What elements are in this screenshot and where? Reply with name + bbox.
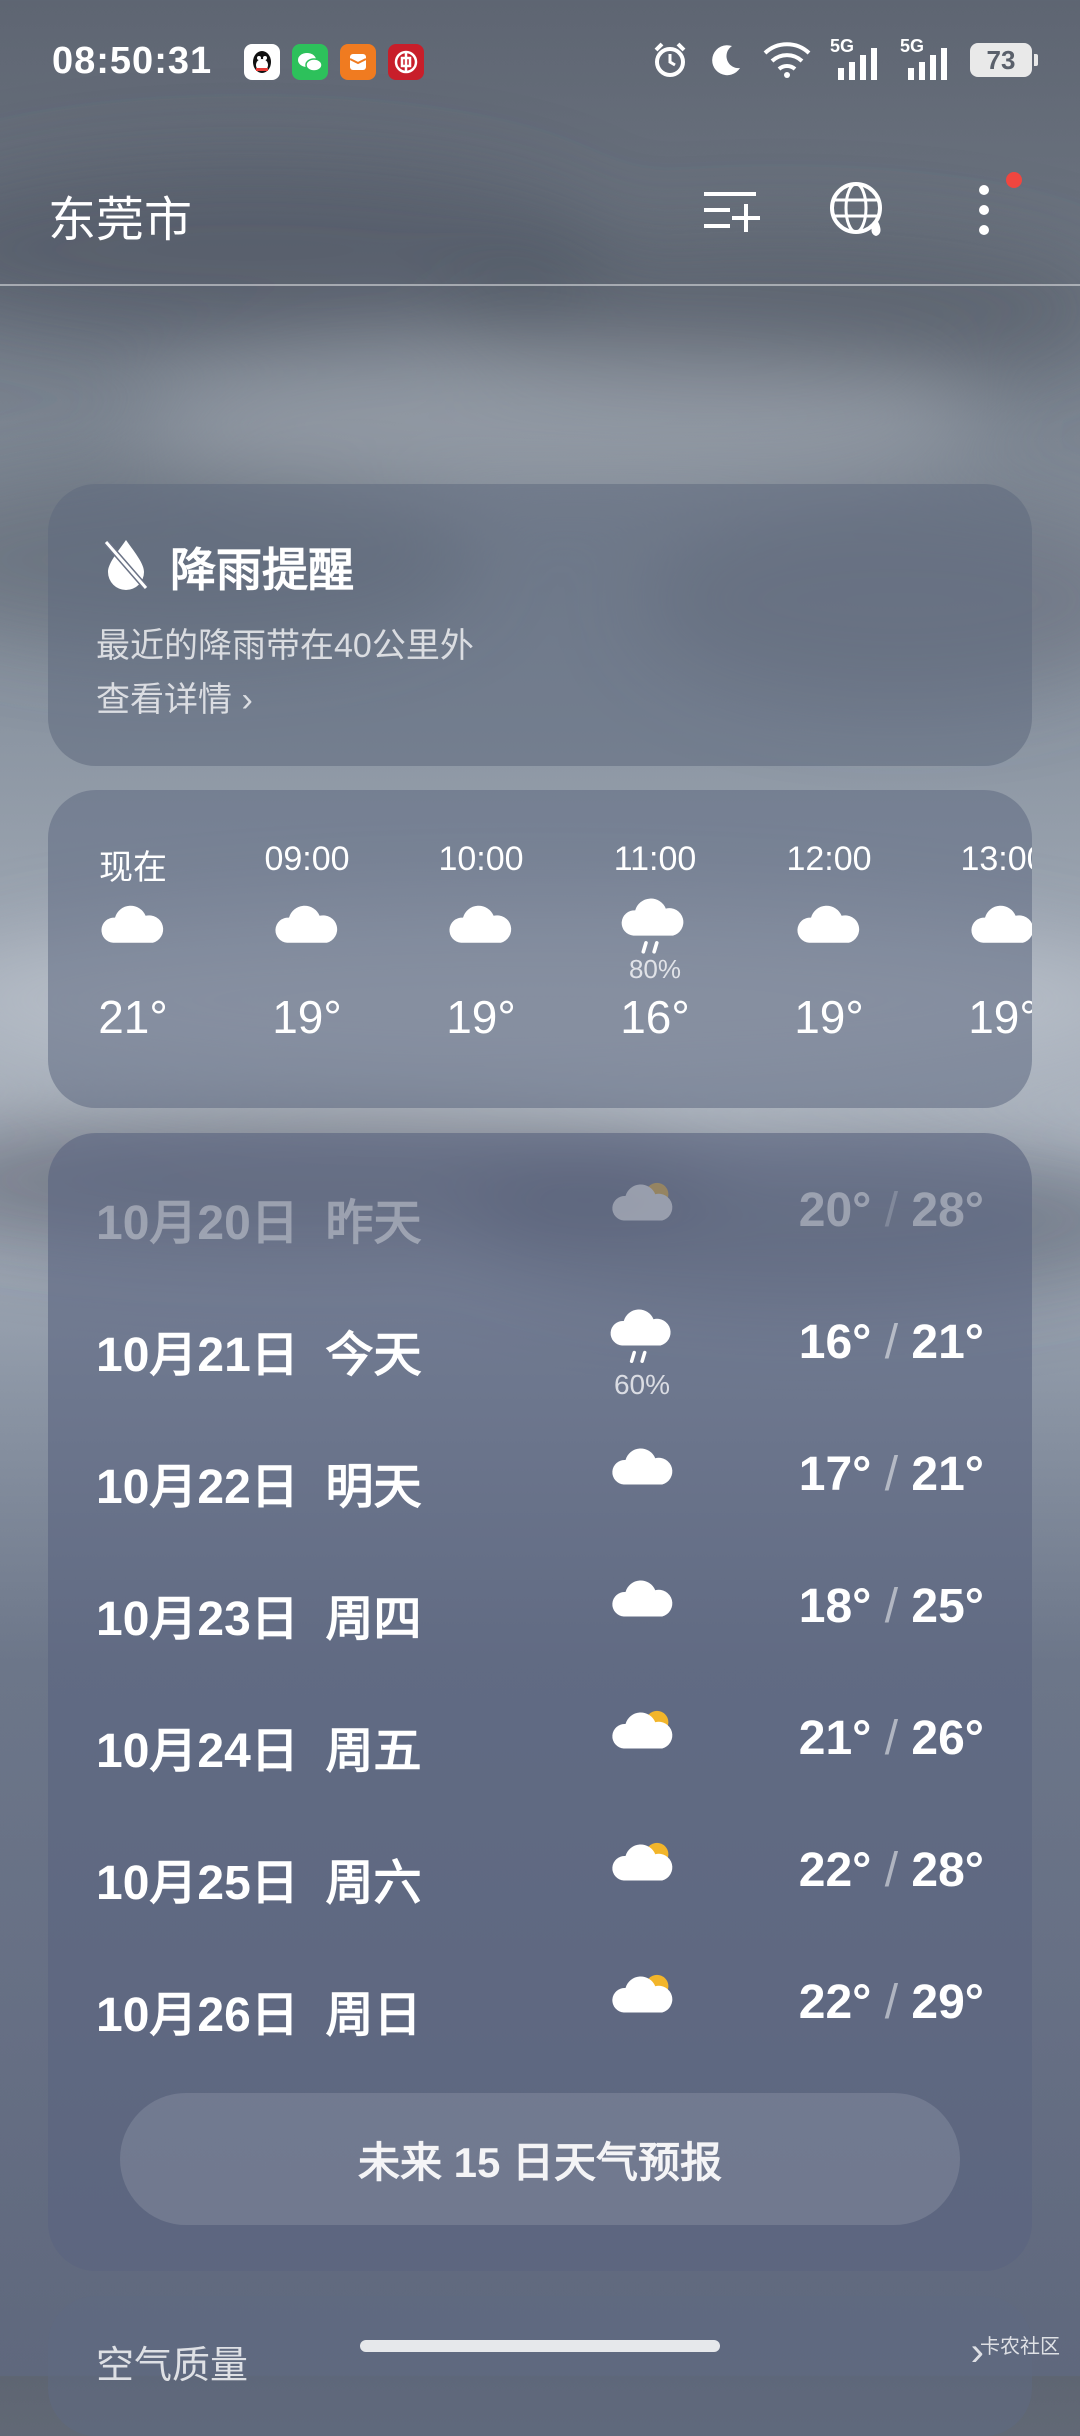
manage-cities-icon[interactable]: [700, 178, 764, 242]
day-label: 10月20日 昨天: [96, 1197, 422, 1250]
daily-forecast-row[interactable]: 10月23日 周四 18° / 25°: [96, 1561, 984, 1651]
hour-temp: 21°: [98, 991, 168, 1043]
daily-forecast-row[interactable]: 10月20日 昨天 20° / 28°: [96, 1165, 984, 1255]
signal-indicator-2: 5G: [900, 36, 952, 80]
rain-alert-title: 降雨提醒: [170, 544, 354, 596]
cloudy-icon: [271, 896, 343, 973]
no-rain-icon: [103, 540, 149, 590]
view-details-link[interactable]: 查看详情 ›: [96, 672, 253, 721]
watermark: 卡农社区: [980, 2336, 1060, 2358]
hour-label: 12:00: [786, 840, 872, 878]
air-quality-card[interactable]: 空气质量 ›: [48, 2296, 1032, 2436]
signal-bars-icon: [908, 48, 947, 80]
top-app-bar: 东莞市: [0, 150, 1080, 286]
global-weather-globe-icon[interactable]: [826, 178, 892, 244]
more-options-icon[interactable]: [964, 178, 1004, 242]
temp-range: 16° / 21°: [798, 1316, 984, 1369]
hourly-item: 10:00 19°: [401, 840, 561, 1044]
battery-indicator: 73: [970, 43, 1038, 77]
status-time: 08:50:31: [52, 40, 213, 82]
home-indicator-bar[interactable]: [360, 2340, 720, 2352]
temp-range: 20° / 28°: [798, 1184, 984, 1237]
partly-cloudy-icon: [608, 1835, 678, 1905]
hour-label: 现在: [99, 849, 167, 887]
signal-bars-icon: [838, 48, 877, 80]
do-not-disturb-moon-icon: [712, 45, 740, 76]
signal-indicator-1: 5G: [830, 36, 882, 80]
rain-icon: [608, 1307, 678, 1377]
hour-label: 09:00: [264, 840, 350, 878]
hour-temp: 19°: [272, 991, 342, 1043]
cloudy-icon: [793, 896, 865, 973]
day-label: 10月23日 周四: [96, 1593, 422, 1646]
cloudy-icon: [608, 1439, 678, 1509]
status-bar: 08:50:31 5G 5G 73: [0, 0, 1080, 130]
day-label: 10月24日 周五: [96, 1725, 422, 1778]
rain-alert-card[interactable]: 降雨提醒 最近的降雨带在40公里外 查看详情 ›: [48, 484, 1032, 766]
daily-forecast-row[interactable]: 10月22日 明天 17° / 21°: [96, 1429, 984, 1519]
temp-range: 18° / 25°: [798, 1580, 984, 1633]
wechat-icon: [292, 44, 328, 80]
hourly-item: 13:00 19°: [923, 840, 1032, 1044]
day-label: 10月22日 明天: [96, 1461, 422, 1514]
hour-temp: 16°: [620, 991, 690, 1043]
temp-range: 21° / 26°: [798, 1712, 984, 1765]
partly-cloudy-icon: [608, 1175, 678, 1245]
hour-label: 13:00: [960, 840, 1032, 878]
qq-icon: [244, 44, 280, 80]
notification-dot: [1006, 172, 1022, 188]
hour-label: 11:00: [613, 840, 697, 878]
hourly-forecast-card[interactable]: 现在 21° 09:00 19° 10:00 19° 11:00 80% 16° 12:00 19°…: [48, 790, 1032, 1108]
status-indicators: 5G 5G 73: [650, 36, 1038, 80]
temp-range: 17° / 21°: [798, 1448, 984, 1501]
air-quality-title: 空气质量: [96, 2345, 249, 2387]
day-label: 10月25日 周六: [96, 1857, 422, 1910]
daily-forecast-card: 10月20日 昨天 20° / 28° 10月21日 今天 60% 16° / 21° 1…: [48, 1133, 1032, 2271]
daily-forecast-row[interactable]: 10月21日 今天 60% 16° / 21°: [96, 1297, 984, 1400]
daily-forecast-row[interactable]: 10月26日 周日 22° / 29°: [96, 1957, 984, 2047]
cloudy-icon: [97, 896, 169, 973]
hourly-item: 11:00 80% 16°: [575, 840, 735, 1044]
day-label: 10月21日 今天: [96, 1329, 422, 1382]
wifi-icon: [763, 42, 811, 78]
notification-app-icons: [244, 44, 424, 80]
bank-app-icon: [388, 44, 424, 80]
rain-alert-subtitle: 最近的降雨带在40公里外: [96, 627, 474, 665]
city-title[interactable]: 东莞市: [48, 180, 192, 250]
temp-range: 22° / 28°: [798, 1844, 984, 1897]
hourly-item: 09:00 19°: [227, 840, 387, 1044]
partly-cloudy-icon: [608, 1967, 678, 2037]
cloudy-icon: [967, 896, 1032, 973]
partly-cloudy-icon: [608, 1703, 678, 1773]
hour-temp: 19°: [968, 991, 1032, 1043]
temp-range: 22° / 29°: [798, 1976, 984, 2029]
alarm-icon: [654, 42, 686, 77]
daily-forecast-row[interactable]: 10月24日 周五 21° / 26°: [96, 1693, 984, 1783]
precip-chance: 60%: [613, 1369, 671, 1400]
cloudy-icon: [608, 1571, 678, 1641]
day-label: 10月26日 周日: [96, 1989, 422, 2042]
precip-chance: 80%: [628, 954, 682, 984]
hour-label: 10:00: [438, 840, 524, 878]
15-day-forecast-button[interactable]: 未来 15 日天气预报: [120, 2093, 960, 2225]
hourly-item: 12:00 19°: [749, 840, 909, 1044]
hour-temp: 19°: [446, 991, 516, 1043]
red-packet-app-icon: [340, 44, 376, 80]
cloudy-icon: [445, 896, 517, 973]
daily-forecast-row[interactable]: 10月25日 周六 22° / 28°: [96, 1825, 984, 1915]
hour-temp: 19°: [794, 991, 864, 1043]
hourly-item: 现在 21°: [53, 840, 213, 1044]
